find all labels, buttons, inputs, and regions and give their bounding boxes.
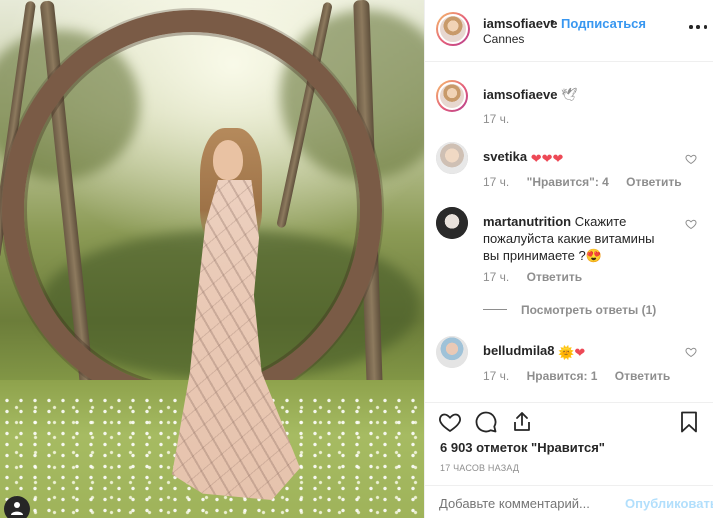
header-location[interactable]: Cannes (483, 32, 524, 46)
caption-text: 🕊 (561, 87, 578, 102)
reply-button[interactable]: Ответить (527, 270, 582, 284)
comment-text: 🌞❤ (558, 345, 586, 360)
comment-icon[interactable] (474, 410, 498, 434)
user-icon (11, 502, 23, 515)
tagged-user-icon[interactable] (4, 496, 30, 518)
view-replies-button[interactable]: Посмотреть ответы (1) (483, 303, 656, 317)
share-icon[interactable] (510, 410, 534, 434)
post-photo[interactable] (0, 0, 424, 518)
post-panel: iamsofiaeve • Подписаться Cannes iamsofi… (424, 0, 713, 518)
header-separator: • (550, 14, 555, 29)
comment-text: ❤❤❤ (530, 151, 564, 166)
comment-avatar[interactable] (436, 207, 468, 239)
add-comment-bar: Опубликовать (425, 485, 713, 518)
likes-count[interactable]: 6 903 отметок "Нравится" (440, 440, 605, 455)
action-bar (425, 402, 713, 438)
comment-likes[interactable]: Нравится: 1 (527, 369, 598, 383)
heart-icon[interactable] (685, 153, 697, 165)
header-username[interactable]: iamsofiaeve (483, 16, 557, 31)
heart-icon[interactable] (685, 218, 697, 230)
view-replies-label: Посмотреть ответы (1) (521, 303, 657, 317)
comment-time[interactable]: 17 ч. (483, 175, 509, 189)
comment-input[interactable] (439, 496, 609, 511)
heart-icon[interactable] (438, 410, 462, 434)
photo-person-face (213, 140, 243, 180)
caption-time[interactable]: 17 ч. (483, 112, 509, 126)
comment-avatar[interactable] (436, 142, 468, 174)
post-comment-button[interactable]: Опубликовать (625, 496, 713, 511)
reply-button[interactable]: Ответить (626, 175, 681, 189)
follow-button[interactable]: Подписаться (561, 16, 646, 31)
comment-username[interactable]: svetika (483, 149, 527, 164)
bookmark-icon[interactable] (677, 410, 701, 434)
comment-username[interactable]: martanutrition (483, 214, 571, 229)
comment-avatar[interactable] (436, 336, 468, 368)
photo-ring-sculpture (2, 10, 382, 410)
more-horizontal-icon[interactable] (689, 22, 707, 32)
comment-time[interactable]: 17 ч. (483, 369, 509, 383)
caption-username[interactable]: iamsofiaeve (483, 87, 557, 102)
post-time[interactable]: 17 часов назад (440, 463, 519, 473)
comment-time[interactable]: 17 ч. (483, 270, 509, 284)
reply-button[interactable]: Ответить (615, 369, 670, 383)
header-avatar[interactable] (436, 12, 470, 46)
comments-list: iamsofiaeve 🕊 17 ч. svetika ❤❤❤ 17 ч. "Н… (425, 62, 713, 402)
heart-icon[interactable] (685, 346, 697, 358)
post-header: iamsofiaeve • Подписаться Cannes (425, 0, 713, 62)
caption-avatar[interactable] (436, 80, 468, 112)
comment-username[interactable]: belludmila8 (483, 343, 555, 358)
view-replies-line (483, 309, 507, 310)
comment-likes[interactable]: "Нравится": 4 (527, 175, 609, 189)
